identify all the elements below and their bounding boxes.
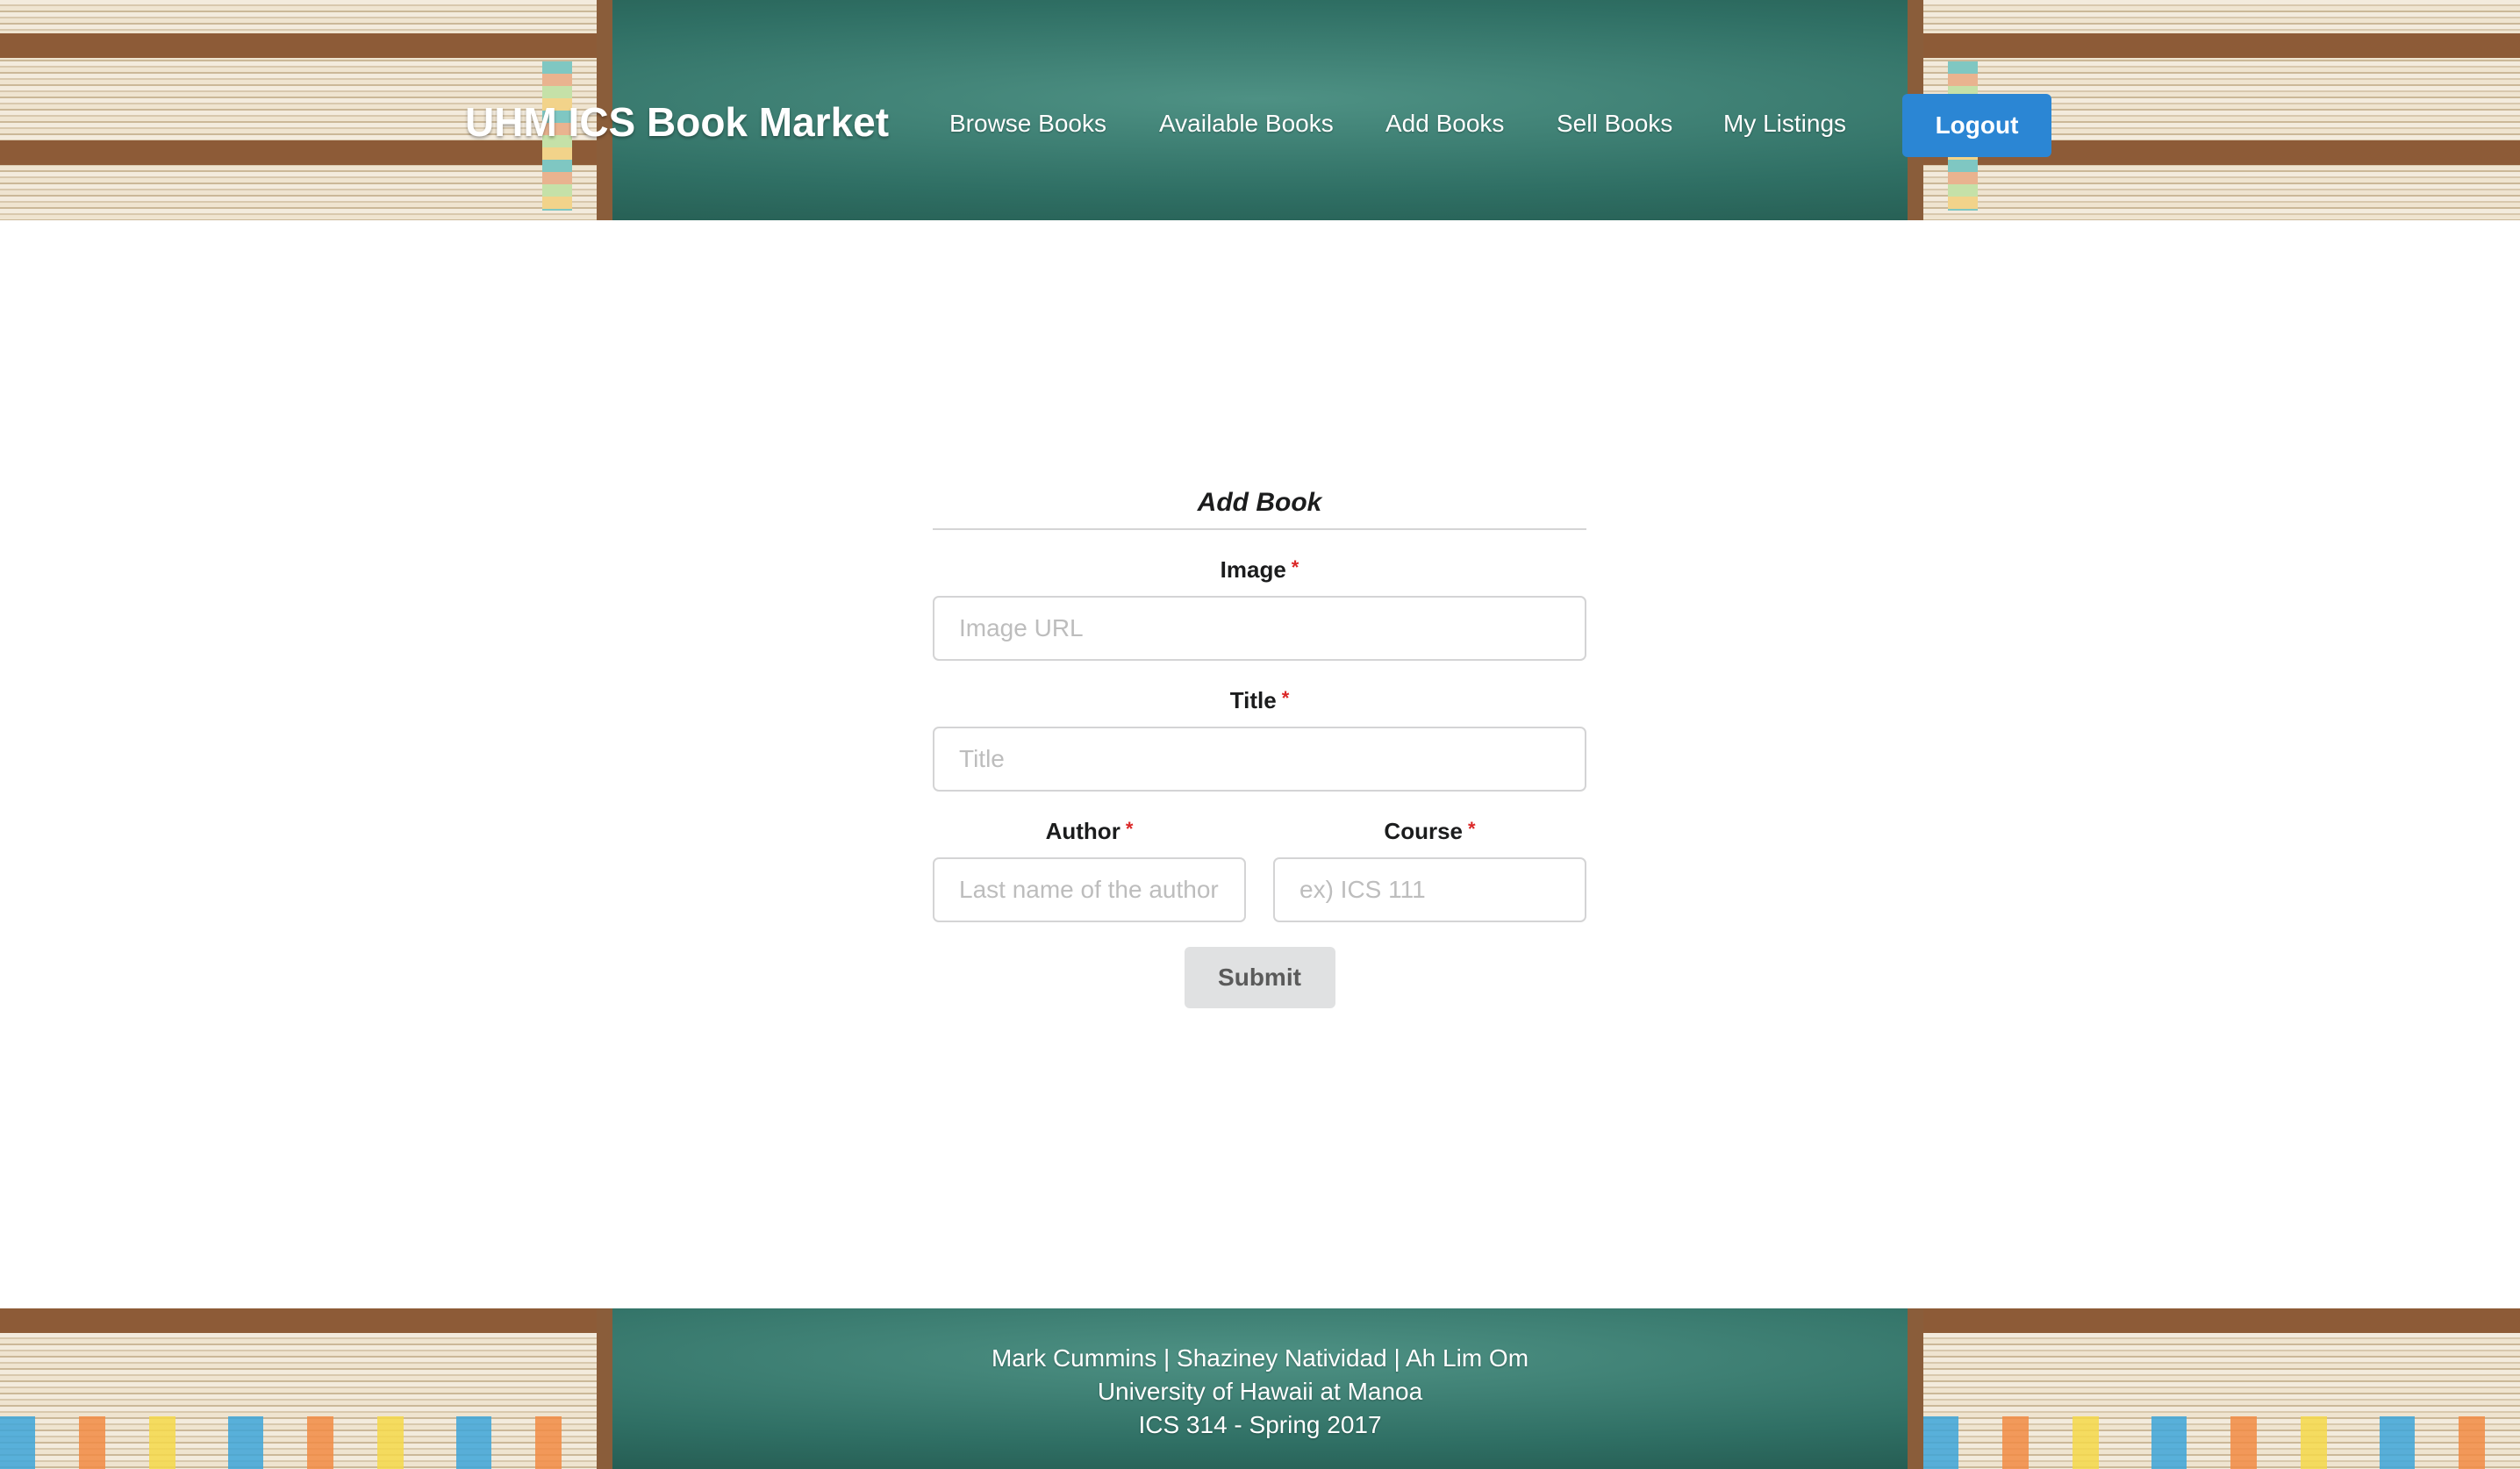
nav-available-books[interactable]: Available Books	[1159, 110, 1334, 138]
footer-credits: Mark Cummins | Shaziney Natividad | Ah L…	[0, 1342, 2520, 1442]
header-banner: UHM ICS Book Market Browse Books Availab…	[0, 0, 2520, 220]
author-group: Author *	[933, 792, 1246, 922]
footer-banner: Mark Cummins | Shaziney Natividad | Ah L…	[0, 1308, 2520, 1469]
course-group: Course *	[1273, 792, 1586, 922]
required-asterisk: *	[1281, 687, 1290, 709]
course-input[interactable]	[1273, 857, 1586, 922]
footer-authors: Mark Cummins | Shaziney Natividad | Ah L…	[991, 1344, 1529, 1372]
top-navigation: UHM ICS Book Market Browse Books Availab…	[0, 0, 2520, 220]
author-input[interactable]	[933, 857, 1246, 922]
required-asterisk: *	[1125, 818, 1134, 840]
author-label: Author *	[933, 818, 1246, 845]
brand-logo-text[interactable]: UHM ICS Book Market	[465, 98, 889, 146]
add-book-form: Add Book Image* Title* Author* Course* S…	[933, 488, 1586, 1008]
nav-add-books[interactable]: Add Books	[1385, 110, 1504, 138]
logout-button[interactable]: Logout	[1902, 94, 2051, 157]
course-label: Course *	[1273, 818, 1586, 845]
author-label-text: Author	[1045, 818, 1120, 844]
title-label-text: Title	[1229, 687, 1277, 713]
title-input[interactable]	[933, 727, 1586, 792]
footer-course: ICS 314 - Spring 2017	[1138, 1411, 1382, 1438]
submit-button[interactable]: Submit	[1184, 947, 1335, 1008]
submit-wrapper: Submit	[933, 947, 1586, 1008]
footer-university: University of Hawaii at Manoa	[1097, 1378, 1423, 1405]
required-asterisk: *	[1468, 818, 1476, 840]
image-url-input[interactable]	[933, 596, 1586, 661]
required-asterisk: *	[1291, 556, 1299, 578]
image-label: Image *	[933, 556, 1586, 584]
course-label-text: Course	[1384, 818, 1463, 844]
image-label-text: Image	[1220, 556, 1286, 583]
nav-browse-books[interactable]: Browse Books	[949, 110, 1106, 138]
form-title: Add Book	[933, 488, 1586, 530]
author-course-row: Author* Course*	[933, 792, 1586, 922]
title-label: Title *	[933, 687, 1586, 714]
nav-sell-books[interactable]: Sell Books	[1557, 110, 1672, 138]
nav-my-listings[interactable]: My Listings	[1723, 110, 1846, 138]
